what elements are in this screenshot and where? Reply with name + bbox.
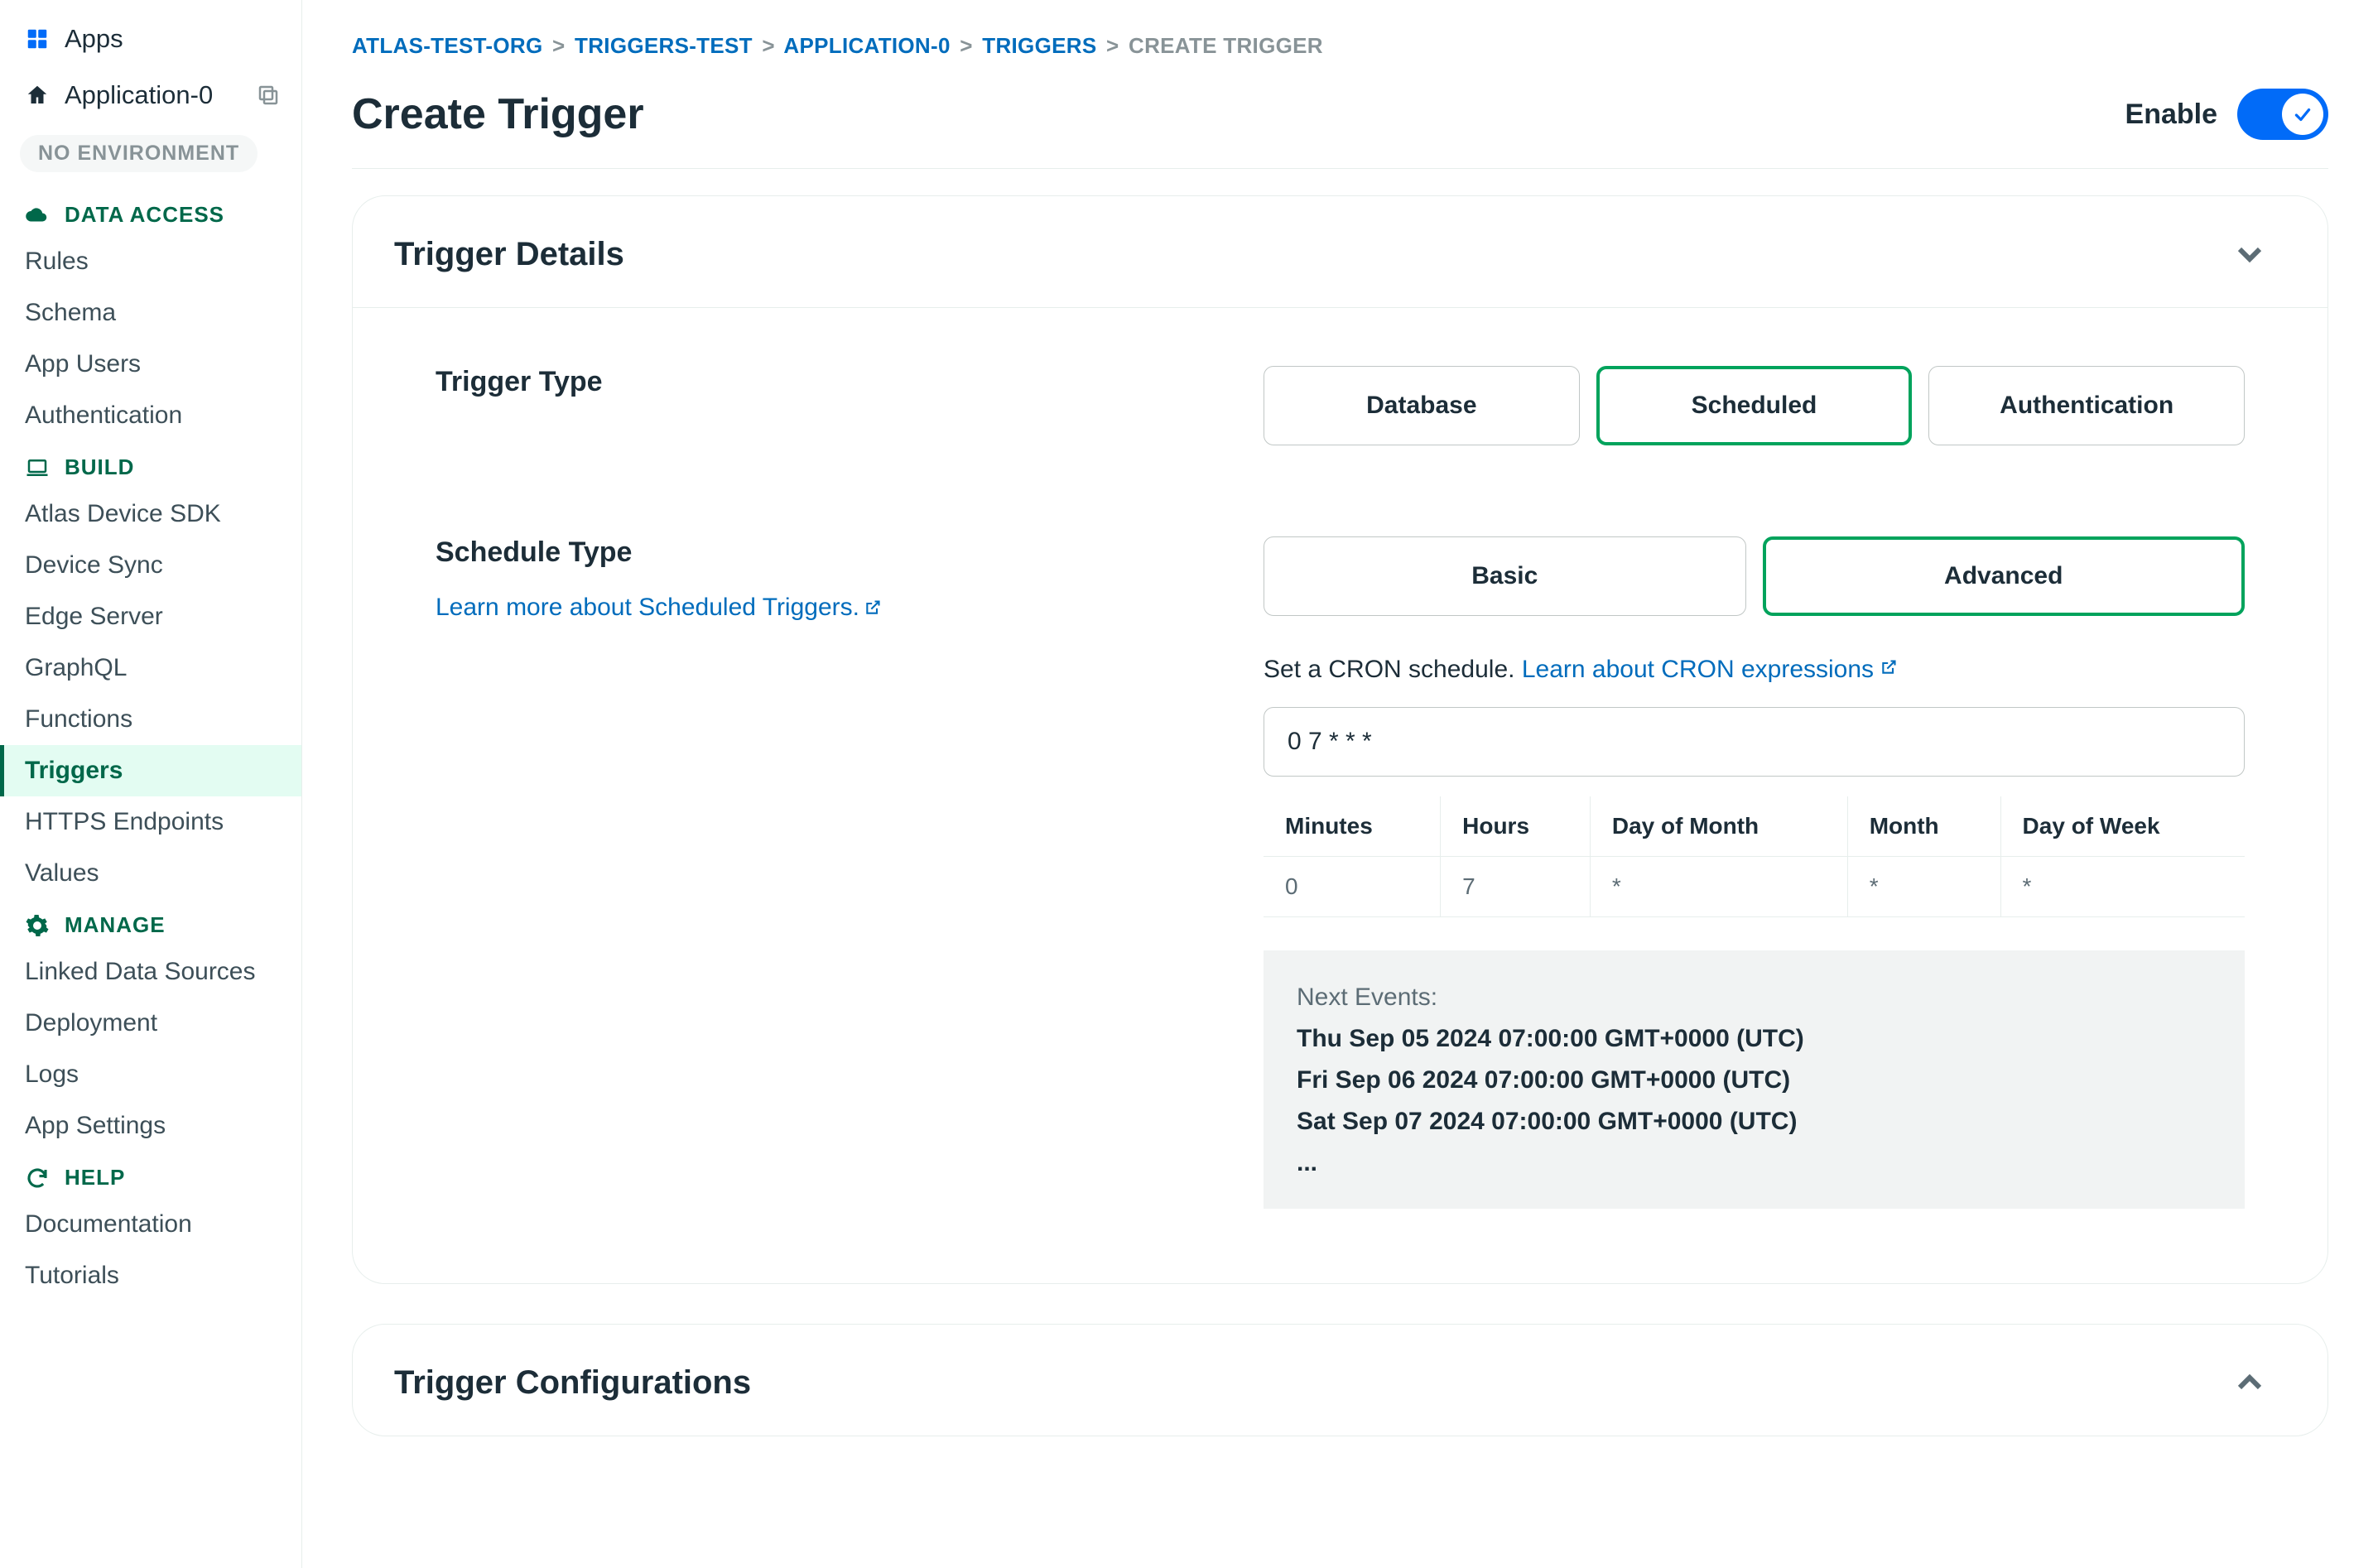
breadcrumb: ATLAS-TEST-ORG > TRIGGERS-TEST > APPLICA… (352, 33, 2328, 59)
trigger-details-header[interactable]: Trigger Details (353, 196, 2327, 308)
next-events: Next Events: Thu Sep 05 2024 07:00:00 GM… (1264, 950, 2245, 1209)
trigger-configurations-title: Trigger Configurations (394, 1364, 751, 1402)
schedule-type-segmented: Basic Advanced (1264, 536, 2245, 616)
external-link-icon (864, 599, 881, 616)
page-header: Create Trigger Enable (352, 89, 2328, 169)
sidebar-item-app-settings[interactable]: App Settings (0, 1100, 301, 1152)
cron-learn-link[interactable]: Learn about CRON expressions (1522, 656, 1898, 683)
next-events-item: Sat Sep 07 2024 07:00:00 GMT+0000 (UTC) (1297, 1101, 2212, 1142)
sidebar-item-device-sync[interactable]: Device Sync (0, 540, 301, 591)
sidebar-apps[interactable]: Apps (0, 12, 301, 65)
sidebar-heading-data-access: DATA ACCESS (0, 189, 301, 236)
page-title: Create Trigger (352, 89, 644, 139)
trigger-type-row: Trigger Type Database Scheduled Authenti… (436, 366, 2245, 445)
sidebar-item-schema[interactable]: Schema (0, 287, 301, 339)
breadcrumb-current: CREATE TRIGGER (1129, 33, 1323, 58)
trigger-configurations-header[interactable]: Trigger Configurations (353, 1325, 2327, 1436)
cron-val-dow: * (2000, 857, 2245, 917)
trigger-type-authentication[interactable]: Authentication (1928, 366, 2245, 445)
breadcrumb-project[interactable]: TRIGGERS-TEST (575, 33, 753, 58)
enable-toggle[interactable] (2237, 89, 2328, 140)
toggle-knob (2282, 94, 2323, 135)
cron-col-hours: Hours (1441, 796, 1591, 857)
cron-col-month: Month (1847, 796, 2000, 857)
schedule-learn-more-link[interactable]: Learn more about Scheduled Triggers. (436, 594, 881, 622)
home-icon (25, 83, 50, 108)
copy-icon[interactable] (256, 83, 281, 108)
sidebar-item-deployment[interactable]: Deployment (0, 998, 301, 1049)
cron-col-dow: Day of Week (2000, 796, 2245, 857)
trigger-type-segmented: Database Scheduled Authentication (1264, 366, 2245, 445)
trigger-details-title: Trigger Details (394, 236, 624, 273)
sidebar-item-tutorials[interactable]: Tutorials (0, 1250, 301, 1301)
cron-val-month: * (1847, 857, 2000, 917)
next-events-item: Thu Sep 05 2024 07:00:00 GMT+0000 (UTC) (1297, 1018, 2212, 1060)
env-badge: NO ENVIRONMENT (20, 135, 258, 172)
cron-val-hours: 7 (1441, 857, 1591, 917)
sidebar-heading-help: HELP (0, 1152, 301, 1199)
enable-label: Enable (2125, 99, 2217, 131)
apps-icon (25, 26, 50, 51)
next-events-label: Next Events: (1297, 984, 2212, 1012)
cron-col-dom: Day of Month (1590, 796, 1847, 857)
sidebar-item-linked-data-sources[interactable]: Linked Data Sources (0, 946, 301, 998)
sidebar-item-logs[interactable]: Logs (0, 1049, 301, 1100)
sidebar-apps-label: Apps (65, 24, 123, 54)
schedule-type-basic[interactable]: Basic (1264, 536, 1746, 616)
cron-input[interactable] (1264, 707, 2245, 777)
trigger-type-label: Trigger Type (436, 366, 1230, 398)
sidebar-app-row[interactable]: Application-0 (0, 65, 301, 125)
enable-control: Enable (2125, 89, 2328, 140)
sidebar-heading-manage: MANAGE (0, 899, 301, 946)
trigger-details-panel: Trigger Details Trigger Type Database Sc… (352, 195, 2328, 1284)
laptop-icon (25, 455, 50, 480)
external-link-icon (1880, 659, 1897, 676)
trigger-configurations-panel: Trigger Configurations (352, 1324, 2328, 1436)
sidebar-heading-build: BUILD (0, 441, 301, 488)
cloud-icon (25, 203, 50, 228)
sidebar-item-https-endpoints[interactable]: HTTPS Endpoints (0, 796, 301, 848)
cron-val-dom: * (1590, 857, 1847, 917)
gear-icon (25, 913, 50, 938)
sidebar-item-authentication[interactable]: Authentication (0, 390, 301, 441)
next-events-ellipsis: ... (1297, 1142, 2212, 1184)
trigger-type-scheduled[interactable]: Scheduled (1596, 366, 1913, 445)
chevron-down-icon (2230, 234, 2270, 274)
sidebar-item-edge-server[interactable]: Edge Server (0, 591, 301, 642)
sidebar: Apps Application-0 NO ENVIRONMENT DATA A… (0, 0, 302, 1568)
sidebar-app-name: Application-0 (65, 80, 213, 110)
sidebar-item-atlas-device-sdk[interactable]: Atlas Device SDK (0, 488, 301, 540)
breadcrumb-org[interactable]: ATLAS-TEST-ORG (352, 33, 542, 58)
sidebar-item-functions[interactable]: Functions (0, 694, 301, 745)
breadcrumb-app[interactable]: APPLICATION-0 (783, 33, 950, 58)
sidebar-item-graphql[interactable]: GraphQL (0, 642, 301, 694)
sidebar-item-triggers[interactable]: Triggers (0, 745, 301, 796)
schedule-type-row: Schedule Type Learn more about Scheduled… (436, 536, 2245, 1209)
schedule-type-label: Schedule Type (436, 536, 1230, 569)
sidebar-item-documentation[interactable]: Documentation (0, 1199, 301, 1250)
refresh-icon (25, 1166, 50, 1190)
cron-hint: Set a CRON schedule. Learn about CRON ex… (1264, 656, 2245, 684)
trigger-details-body: Trigger Type Database Scheduled Authenti… (353, 308, 2327, 1283)
next-events-item: Fri Sep 06 2024 07:00:00 GMT+0000 (UTC) (1297, 1060, 2212, 1101)
cron-breakdown-table: Minutes Hours Day of Month Month Day of … (1264, 796, 2245, 917)
cron-col-minutes: Minutes (1264, 796, 1441, 857)
schedule-type-advanced[interactable]: Advanced (1763, 536, 2246, 616)
trigger-type-database[interactable]: Database (1264, 366, 1580, 445)
cron-val-minutes: 0 (1264, 857, 1441, 917)
sidebar-item-rules[interactable]: Rules (0, 236, 301, 287)
chevron-up-icon (2230, 1363, 2270, 1402)
main-content: ATLAS-TEST-ORG > TRIGGERS-TEST > APPLICA… (302, 0, 2378, 1568)
sidebar-item-app-users[interactable]: App Users (0, 339, 301, 390)
breadcrumb-triggers[interactable]: TRIGGERS (982, 33, 1096, 58)
sidebar-item-values[interactable]: Values (0, 848, 301, 899)
